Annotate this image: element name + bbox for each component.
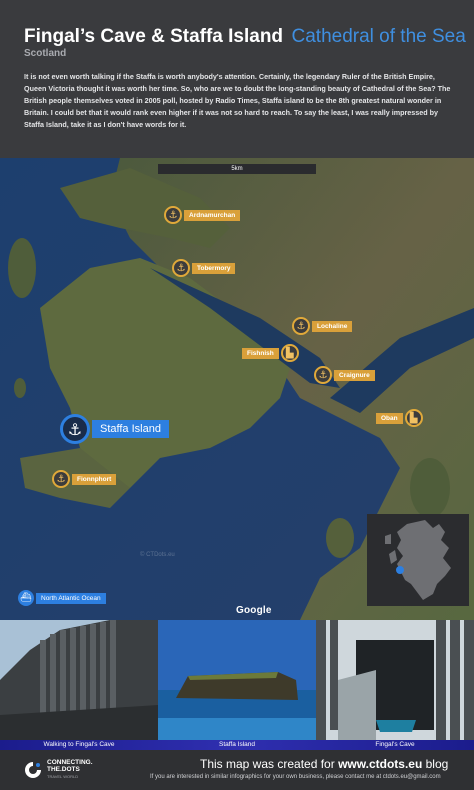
photo-walking xyxy=(0,620,158,740)
place-tobermory[interactable]: ⚓ Tobermory xyxy=(172,259,236,277)
header: Fingal’s Cave & Staffa Island Cathedral … xyxy=(0,0,474,158)
photo-caption: Fingal's Cave xyxy=(375,741,415,748)
place-staffa-island[interactable]: ⚓ Staffa Island xyxy=(60,414,169,444)
brand-logo[interactable]: CONNECTING. THE.DOTS TRAVEL WORLD xyxy=(24,759,93,780)
logo-icon xyxy=(25,761,41,778)
satellite-map[interactable]: 5km ⚓ Ardnamurchan ⚓ Tobermory ⚓ Lochali… xyxy=(0,158,474,620)
subtitle-location: Scotland xyxy=(24,48,67,59)
footer: CONNECTING. THE.DOTS TRAVEL WORLD This m… xyxy=(0,750,474,790)
location-dot xyxy=(396,566,404,574)
staffa-label: Staffa Island xyxy=(92,420,169,438)
building-icon: ▙ xyxy=(280,344,299,362)
page-title: Fingal’s Cave & Staffa Island Cathedral … xyxy=(24,26,466,48)
place-label: Oban xyxy=(376,412,403,424)
place-craignure[interactable]: ⚓ Craignure xyxy=(314,366,375,384)
inset-locator-map xyxy=(367,514,469,606)
place-label: Ardnamurchan xyxy=(184,209,241,221)
ship-icon: ⛴ xyxy=(18,590,34,606)
place-fishnish[interactable]: Fishnish ▙ xyxy=(242,344,299,362)
photo-staffa xyxy=(158,620,316,740)
photo-strip xyxy=(0,620,474,740)
place-label: Fionnphort xyxy=(72,473,117,485)
place-lochaline[interactable]: ⚓ Lochaline xyxy=(292,317,353,335)
anchor-icon: ⚓ xyxy=(60,414,90,444)
intro-paragraph: It is not even worth talking if the Staf… xyxy=(24,72,451,129)
map-watermark: © CTDots.eu xyxy=(140,552,175,558)
building-icon: ▙ xyxy=(404,409,423,427)
anchor-icon: ⚓ xyxy=(52,470,70,488)
scotland-outline xyxy=(385,520,451,600)
anchor-icon: ⚓ xyxy=(164,206,182,224)
place-label: Fishnish xyxy=(242,347,279,359)
photo-fingals-cave xyxy=(316,620,474,740)
anchor-icon: ⚓ xyxy=(172,259,190,277)
footer-credit: This map was created for www.ctdots.eu b… xyxy=(200,757,449,771)
place-fionnphort[interactable]: ⚓ Fionnphort xyxy=(52,470,117,488)
anchor-icon: ⚓ xyxy=(292,317,310,335)
caption-bar: Walking to Fingal's Cave Staffa Island F… xyxy=(0,740,474,750)
photo-caption: Walking to Fingal's Cave xyxy=(43,741,115,748)
title-main: Fingal’s Cave & Staffa Island xyxy=(24,26,284,47)
place-north-atlantic[interactable]: ⛴ North Atlantic Ocean xyxy=(18,590,106,606)
title-accent: Cathedral of the Sea xyxy=(291,26,466,47)
google-attribution: Google xyxy=(236,605,272,616)
place-label: Tobermory xyxy=(192,262,236,274)
place-oban[interactable]: Oban ▙ xyxy=(376,409,423,427)
ocean-label: North Atlantic Ocean xyxy=(36,592,106,604)
place-label: Lochaline xyxy=(312,320,353,332)
place-ardnamurchan[interactable]: ⚓ Ardnamurchan xyxy=(164,206,241,224)
scale-bar: 5km xyxy=(158,164,316,174)
site-link[interactable]: www.ctdots.eu xyxy=(338,757,422,771)
place-label: Craignure xyxy=(334,369,375,381)
logo-text: CONNECTING. THE.DOTS TRAVEL WORLD xyxy=(47,759,93,779)
photo-caption: Staffa Island xyxy=(218,741,256,748)
anchor-icon: ⚓ xyxy=(314,366,332,384)
footer-contact: If you are interested in similar infogra… xyxy=(150,774,441,780)
